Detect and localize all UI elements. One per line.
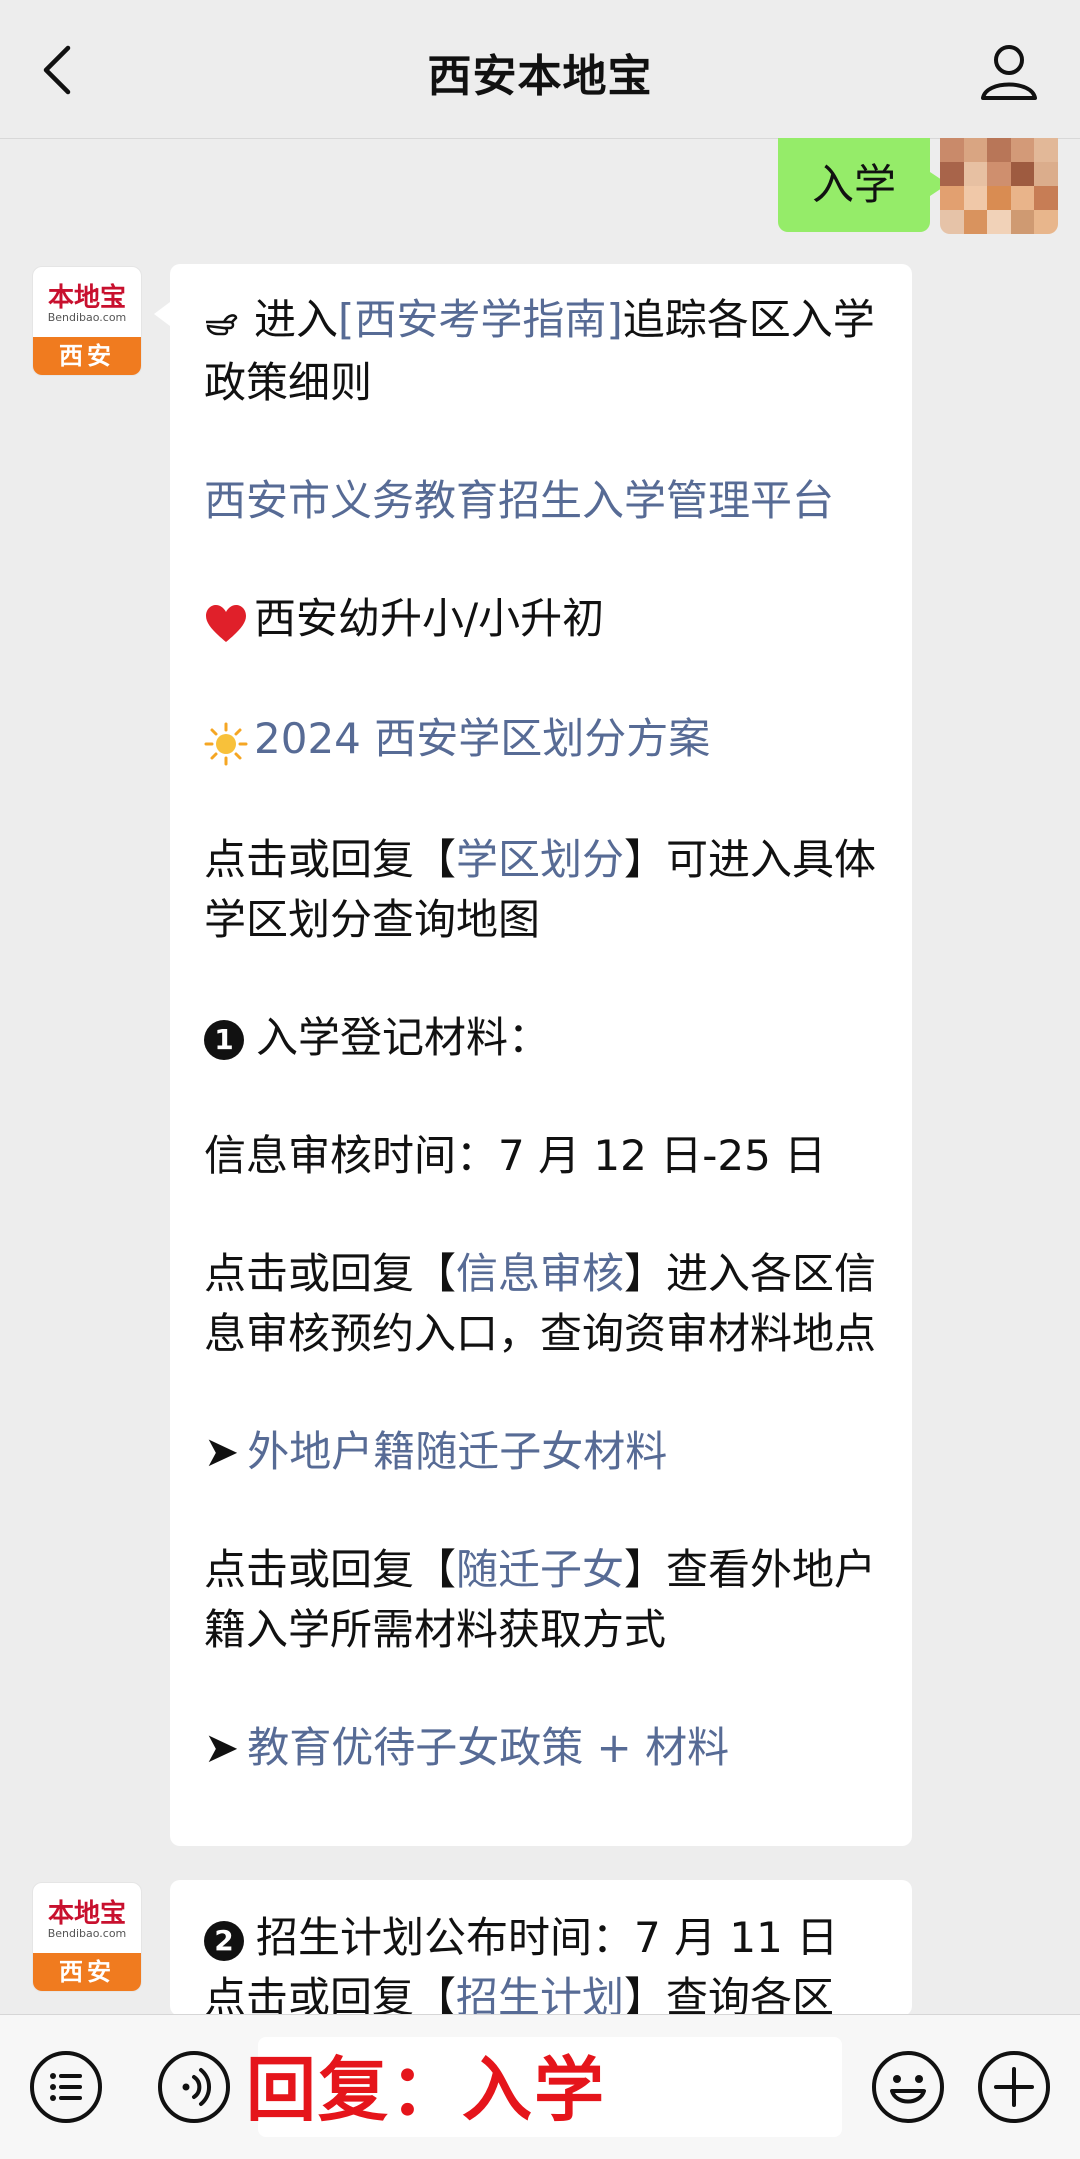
- bot-avatar[interactable]: 本地宝 Bendibao.com 西安: [32, 1882, 142, 1992]
- avatar-logo-text: 本地宝: [47, 1899, 126, 1929]
- reply-hint-overlay: 回复：入学: [246, 2049, 606, 2131]
- step1-heading: 1 入学登记材料：: [204, 1008, 878, 1068]
- arrow-icon: ➤: [204, 1426, 240, 1476]
- top-bar: 西安本地宝: [0, 0, 1080, 139]
- priority-policy-link[interactable]: 教育优待子女政策 + 材料: [247, 1723, 729, 1772]
- bot-avatar[interactable]: 本地宝 Bendibao.com 西安: [32, 266, 142, 376]
- add-icon[interactable]: [976, 2049, 1052, 2125]
- step-number-badge: 1: [204, 1020, 244, 1060]
- pointing-hand-icon: [204, 293, 254, 353]
- migrant-keyword-link[interactable]: 随迁子女: [456, 1545, 624, 1594]
- avatar-domain-text: Bendibao.com: [47, 311, 127, 324]
- district-query-text: 点击或回复【学区划分】可进入具体学区划分查询地图: [204, 834, 877, 944]
- school-district-plan-link[interactable]: 2024 西安学区划分方案: [254, 714, 710, 763]
- migrant-query-text: 点击或回复【随迁子女】查看外地户籍入学所需材料获取方式: [204, 1544, 877, 1654]
- sun-icon: [204, 712, 254, 772]
- step2-heading: 2 招生计划公布时间：7 月 11 日: [204, 1908, 878, 1968]
- avatar-city-text: 西安: [33, 337, 141, 375]
- district-keyword-link[interactable]: 学区划分: [456, 835, 624, 884]
- sun-line: 2024 西安学区划分方案: [204, 709, 878, 772]
- step-number-badge: 2: [204, 1920, 244, 1961]
- user-message-bubble[interactable]: 入学: [777, 138, 949, 232]
- migrant-materials-link[interactable]: 外地户籍随迁子女材料: [247, 1427, 667, 1476]
- migrant-line: ➤ 外地户籍随迁子女材料: [204, 1422, 878, 1482]
- plan-query-text: 点击或回复【招生计划】查询各区: [204, 1968, 878, 2016]
- plan-keyword-link[interactable]: 招生计划: [456, 1973, 624, 2016]
- avatar-logo-text: 本地宝: [47, 283, 126, 313]
- review-keyword-link[interactable]: 信息审核: [456, 1249, 624, 1298]
- review-entry-text: 点击或回复【信息审核】进入各区信息审核预约入口，查询资审材料地点: [204, 1248, 877, 1358]
- admission-topic-link[interactable]: 西安幼升小/小升初: [254, 594, 604, 643]
- arrow-icon: ➤: [204, 1722, 240, 1772]
- heart-line: 西安幼升小/小升初: [204, 589, 878, 652]
- voice-icon[interactable]: [156, 2049, 232, 2125]
- menu-list-icon[interactable]: [28, 2049, 104, 2125]
- bot-message-bubble: 2 招生计划公布时间：7 月 11 日 点击或回复【招生计划】查询各区: [170, 1880, 912, 2016]
- emoji-icon[interactable]: [870, 2049, 946, 2125]
- platform-link[interactable]: 西安市义务教育招生入学管理平台: [204, 471, 878, 531]
- review-time-text: 信息审核时间：7 月 12 日-25 日: [204, 1130, 827, 1180]
- heart-icon: [204, 591, 254, 651]
- profile-icon[interactable]: [978, 40, 1040, 102]
- user-avatar[interactable]: [940, 138, 1058, 234]
- bot-message-bubble: 进入[西安考学指南]追踪各区入学政策细则 西安市义务教育招生入学管理平台 西安幼…: [154, 264, 912, 1846]
- page-title: 西安本地宝: [427, 51, 653, 102]
- guide-link[interactable]: [西安考学指南]: [338, 295, 623, 344]
- guide-line: 进入[西安考学指南]追踪各区入学政策细则: [204, 290, 878, 413]
- priority-line: ➤ 教育优待子女政策 + 材料: [204, 1718, 878, 1778]
- avatar-city-text: 西安: [33, 1953, 141, 1991]
- avatar-domain-text: Bendibao.com: [47, 1927, 127, 1940]
